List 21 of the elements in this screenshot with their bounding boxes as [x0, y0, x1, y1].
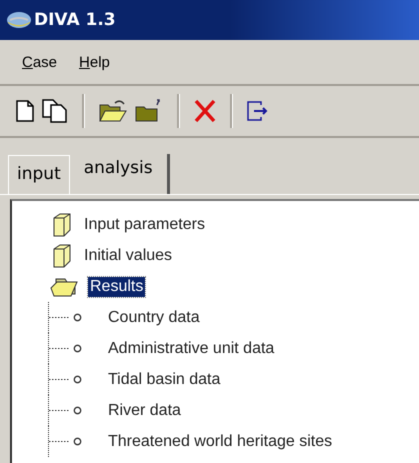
tree-item[interactable]: Tidal basin data [106, 370, 222, 390]
menu-item[interactable]: Case [22, 54, 58, 70]
circle-icon [73, 313, 82, 322]
tree-item[interactable]: Administrative unit data [106, 338, 276, 358]
new-document-button[interactable] [14, 98, 36, 124]
circle-icon [73, 406, 82, 415]
tab[interactable]: input [8, 155, 70, 194]
tree-item[interactable]: Input parameters [82, 214, 207, 234]
circle-icon [73, 344, 82, 353]
tree-item[interactable]: Results [88, 276, 146, 296]
circle-icon [73, 437, 82, 446]
menu-item[interactable]: Help [79, 54, 110, 70]
globe-icon [6, 11, 32, 29]
copy-document-button[interactable] [40, 97, 70, 125]
tree-item[interactable]: Initial values [82, 246, 174, 266]
tree-item[interactable]: Threatened world heritage sites [106, 432, 334, 452]
circle-icon [73, 375, 82, 384]
tree-item[interactable]: River data [106, 400, 183, 420]
tree-item[interactable]: Country data [106, 308, 202, 328]
delete-button[interactable] [192, 97, 218, 125]
window-title: DIVA 1.3 [34, 10, 116, 30]
